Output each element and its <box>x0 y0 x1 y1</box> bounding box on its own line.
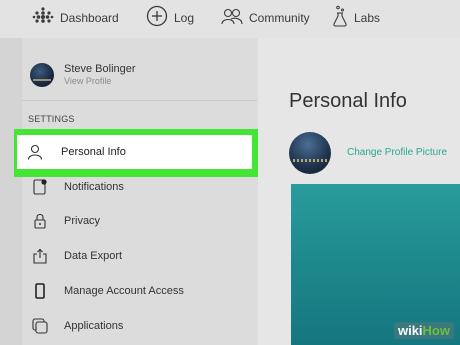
person-icon <box>27 144 43 160</box>
nav-log[interactable]: Log <box>146 0 194 36</box>
change-profile-picture-link[interactable]: Change Profile Picture <box>347 147 447 158</box>
sidebar-item-label: Personal Info <box>61 146 126 158</box>
divider <box>22 100 257 101</box>
sidebar-item-personal-info[interactable]: Personal Info <box>17 135 252 169</box>
nav-labs-label: Labs <box>354 11 381 25</box>
nav-community-label: Community <box>249 11 310 25</box>
profile-summary[interactable]: Steve Bolinger View Profile <box>22 52 257 97</box>
settings-sidebar: Steve Bolinger View Profile SETTINGS Not… <box>22 52 257 345</box>
sidebar-item-privacy[interactable]: Privacy <box>22 204 257 238</box>
phone-icon <box>32 283 48 299</box>
nav-community[interactable]: Community <box>221 0 310 36</box>
sidebar-item-label: Applications <box>64 320 124 332</box>
sidebar-item-manage-account-access[interactable]: Manage Account Access <box>22 274 257 308</box>
dots-grid-icon <box>32 6 54 30</box>
profile-name: Steve Bolinger <box>64 62 136 75</box>
profile-picture <box>289 132 331 174</box>
upload-icon <box>32 248 48 264</box>
nav-labs[interactable]: Labs <box>332 0 380 36</box>
watermark-prefix: wiki <box>397 323 423 338</box>
cover-photo <box>291 184 460 345</box>
sidebar-item-data-export[interactable]: Data Export <box>22 239 257 273</box>
plus-circle-icon <box>146 5 168 32</box>
people-icon <box>221 7 243 30</box>
nav-log-label: Log <box>174 11 195 25</box>
page-gutter <box>0 38 22 345</box>
watermark-logo: wikiHow <box>393 322 454 339</box>
sidebar-item-label: Notifications <box>64 181 124 193</box>
sidebar-item-label: Manage Account Access <box>64 285 184 297</box>
view-profile-link[interactable]: View Profile <box>64 76 136 87</box>
apps-icon <box>32 318 48 334</box>
highlight-box: Personal Info <box>14 129 258 177</box>
top-nav-bar: Dashboard Log Community Labs <box>0 0 460 38</box>
sidebar-item-label: Data Export <box>64 250 123 262</box>
nav-dashboard-label: Dashboard <box>60 11 119 25</box>
avatar <box>30 62 54 87</box>
page-title: Personal Info <box>289 90 407 112</box>
sidebar-item-applications[interactable]: Applications <box>22 309 257 343</box>
settings-heading: SETTINGS <box>28 114 75 124</box>
nav-dashboard[interactable]: Dashboard <box>32 0 119 36</box>
watermark-suffix: How <box>422 323 450 338</box>
flask-icon <box>332 5 348 32</box>
sidebar-item-label: Privacy <box>64 215 101 227</box>
main-panel: Personal Info Change Profile Picture <box>258 38 460 345</box>
phone-notification-icon <box>32 179 48 195</box>
lock-icon <box>32 213 48 229</box>
